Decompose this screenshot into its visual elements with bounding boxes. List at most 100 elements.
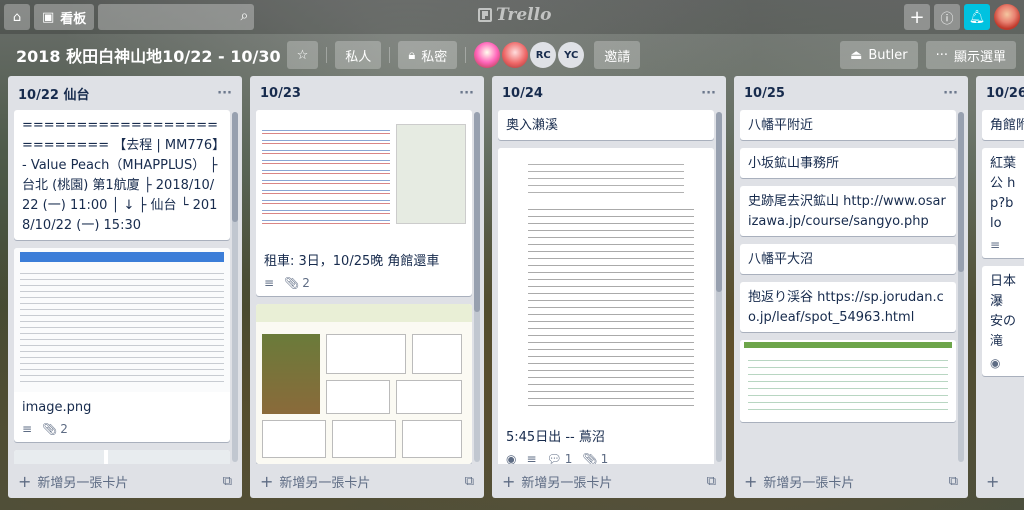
card[interactable]: 紅葉公 hp?blo ≡ [982,148,1024,258]
boards-button[interactable]: ▣ 看板 [34,4,95,30]
card[interactable]: 抱返り渓谷 https://sp.jorudan.co.jp/leaf/spot… [740,282,956,332]
card[interactable]: 八幡平大沼 [740,244,956,274]
card-title: 小坂鉱山事務所 [748,156,840,171]
card-cover-image [14,248,230,392]
list-menu-icon[interactable]: ··· [943,86,958,101]
card[interactable]: 角館附近 [982,110,1024,140]
more-icon: ··· [935,47,948,63]
list-scrollbar[interactable] [716,112,722,462]
list-scrollbar[interactable] [232,112,238,462]
card-template-icon[interactable]: ⧉ [949,474,958,489]
add-card-button[interactable]: + 新增另一張卡片 ⧉ [8,464,242,498]
card-cover-image [256,110,472,246]
member-avatar[interactable] [474,42,501,68]
card-title: 抱返り渓谷 https://sp.jorudan.co.jp/leaf/spot… [748,290,944,325]
list[interactable]: 10/22 仙台 ··· ========================== … [8,76,242,498]
plus-icon: + [502,471,516,491]
show-menu-button[interactable]: ··· 顯示選單 [925,41,1016,69]
add-card-label: 新增另一張卡片 [279,475,371,491]
list-title[interactable]: 10/24 [502,86,543,101]
paperclip-icon: 📎︎ [42,422,58,436]
attachment-badge: 📎︎ 2 [42,422,68,436]
plus-icon: + [18,471,32,491]
list-header[interactable]: 10/23 ··· [250,76,484,110]
list-title[interactable]: 10/22 仙台 [18,84,89,103]
card-template-icon[interactable]: ⧉ [707,474,716,489]
list-title[interactable]: 10/23 [260,86,301,101]
list-header[interactable]: 10/24 ··· [492,76,726,110]
card[interactable] [740,340,956,422]
butler-label: Butler [868,47,908,63]
attachment-count: 2 [60,422,68,436]
home-button[interactable]: ⌂ [4,4,30,30]
list-header[interactable]: 10/22 仙台 ··· [8,76,242,110]
card-cover-image [498,148,714,422]
attachment-badge: 📎︎ 2 [284,276,310,290]
add-card-button[interactable]: + 新增另一張卡片 ⧉ [734,464,968,498]
add-card-button[interactable]: + 新增另一張卡片 ⧉ [492,464,726,498]
card-title: ========================== 【去程 | MM776】-… [22,118,219,233]
card[interactable] [14,450,230,464]
search-input[interactable]: ⌕ [98,4,255,30]
list[interactable]: 10/26 角館附近 紅葉公 hp?blo ≡ 日本瀑 安の滝 ◉ + [976,76,1024,498]
card-title: 5:45日出 -- 蔦沼 [506,430,605,445]
board-lists: 10/22 仙台 ··· ========================== … [0,76,1024,510]
card-template-icon[interactable]: ⧉ [223,474,232,489]
member-avatar[interactable] [502,42,529,68]
list-header[interactable]: 10/25 ··· [734,76,968,110]
board-title[interactable]: 2018 秋田白神山地10/22 - 10/30 [16,43,281,67]
card-title: 奧入瀨溪 [506,118,559,133]
create-button[interactable]: + [904,4,930,30]
list-menu-icon[interactable]: ··· [459,86,474,101]
comment-icon: 💬︎ [546,452,562,464]
description-icon: ≡ [526,452,537,464]
divider [389,47,391,63]
card[interactable]: 八幡平附近 [740,110,956,140]
card[interactable]: 日本瀑 安の滝 ◉ [982,266,1024,376]
visibility-button[interactable]: 私人 [335,41,382,69]
card[interactable]: ========================== 【去程 | MM776】-… [14,110,230,240]
user-avatar[interactable] [994,4,1020,30]
list-scrollbar[interactable] [958,112,964,462]
comment-badge: 💬︎ 1 [547,452,573,464]
info-button[interactable]: ⓘ [934,4,960,30]
member-avatar[interactable]: YC [558,42,585,68]
trello-logo[interactable]: Trello [478,5,551,25]
card-cover-image [256,304,472,464]
boards-icon: ▣ [42,9,55,25]
list-header[interactable]: 10/26 [976,76,1024,110]
card-title: 紅葉公 hp?blo [990,156,1017,231]
list[interactable]: 10/25 ··· 八幡平附近 小坂鉱山事務所 史跡尾去沢鉱山 http://w… [734,76,968,498]
card[interactable]: 小坂鉱山事務所 [740,148,956,178]
add-card-label: 新增另一張卡片 [37,475,129,491]
list-scrollbar[interactable] [474,112,480,462]
description-icon: ≡ [264,276,275,290]
divider [465,47,467,63]
member-avatar[interactable]: RC [530,42,557,68]
notifications-button[interactable]: 🔔︎ [964,4,990,30]
team-button[interactable]: 🔒︎ 私密 [398,41,458,69]
list-menu-icon[interactable]: ··· [701,86,716,101]
butler-button[interactable]: ⏏ Butler [840,41,918,69]
list-title[interactable]: 10/25 [744,86,785,101]
board-header: 2018 秋田白神山地10/22 - 10/30 ☆ 私人 🔒︎ 私密 RC Y… [0,38,1024,72]
card[interactable]: 史跡尾去沢鉱山 http://www.osarizawa.jp/course/s… [740,186,956,236]
list-title[interactable]: 10/26 [986,86,1024,101]
add-card-label: 新增另一張卡片 [521,475,613,491]
list[interactable]: 10/23 ··· 租車: 3日，10/25晚 角館還車 ≡ 📎︎ 2 + 新增… [250,76,484,498]
list[interactable]: 10/24 ··· 奧入瀨溪 5:45日出 -- 蔦沼 ◉ ≡ 💬︎ 1 📎︎ … [492,76,726,498]
add-card-button[interactable]: + 新增另一張卡片 ⧉ [250,464,484,498]
card-template-icon[interactable]: ⧉ [465,474,474,489]
add-card-button[interactable]: + [976,464,1024,498]
trello-logo-icon [478,8,492,22]
star-icon: ☆ [296,47,309,63]
card[interactable]: image.png ≡ 📎︎ 2 [14,248,230,442]
card[interactable]: 5:45日出 -- 蔦沼 ◉ ≡ 💬︎ 1 📎︎ 1 [498,148,714,464]
card[interactable] [256,304,472,464]
star-button[interactable]: ☆ [286,41,319,69]
show-menu-label: 顯示選單 [953,49,1006,65]
card[interactable]: 租車: 3日，10/25晚 角館還車 ≡ 📎︎ 2 [256,110,472,296]
invite-button[interactable]: 邀請 [594,41,641,69]
card[interactable]: 奧入瀨溪 [498,110,714,140]
list-menu-icon[interactable]: ··· [217,86,232,101]
